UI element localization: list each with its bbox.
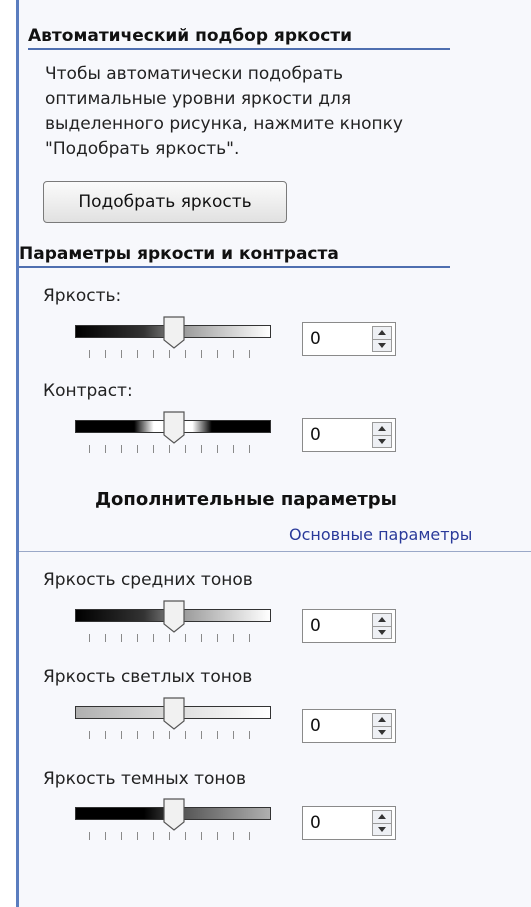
highlights-spin-buttons[interactable] <box>372 713 392 739</box>
contrast-value[interactable]: 0 <box>310 425 321 445</box>
spin-down-icon[interactable] <box>378 630 386 635</box>
brightness-slider[interactable] <box>75 316 271 360</box>
brightness-slider-thumb[interactable] <box>163 316 185 349</box>
spin-down-icon[interactable] <box>378 730 386 735</box>
contrast-slider[interactable] <box>75 411 271 455</box>
midtones-spin-buttons[interactable] <box>372 613 392 639</box>
highlights-slider[interactable] <box>75 697 271 741</box>
contrast-spin-buttons[interactable] <box>372 422 392 448</box>
shadows-slider-ticks <box>89 832 263 840</box>
spin-up-icon[interactable] <box>378 426 386 431</box>
advanced-parameters-title: Дополнительные параметры <box>95 489 397 510</box>
brightness-spin-buttons[interactable] <box>372 326 392 352</box>
spin-down-icon[interactable] <box>378 439 386 444</box>
spin-divider <box>373 435 391 436</box>
spin-down-icon[interactable] <box>378 827 386 832</box>
shadows-value[interactable]: 0 <box>310 813 321 833</box>
shadows-slider[interactable] <box>75 798 271 842</box>
auto-fit-brightness-button[interactable]: Подобрать яркость <box>43 181 287 223</box>
midtones-slider-ticks <box>89 634 263 642</box>
basic-parameters-link[interactable]: Основные параметры <box>289 525 472 544</box>
midtones-value[interactable]: 0 <box>310 616 321 636</box>
contrast-slider-thumb[interactable] <box>163 411 185 444</box>
auto-brightness-description: Чтобы автоматически подобрать оптимальны… <box>45 64 403 159</box>
brightness-value[interactable]: 0 <box>310 329 321 349</box>
highlights-label: Яркость светлых тонов <box>43 667 253 687</box>
midtones-slider-thumb[interactable] <box>163 600 185 633</box>
spin-divider <box>373 726 391 727</box>
brightness-spinner[interactable]: 0 <box>302 322 396 356</box>
auto-brightness-header: Автоматический подбор яркости <box>28 26 450 50</box>
spin-down-icon[interactable] <box>378 343 386 348</box>
highlights-value[interactable]: 0 <box>310 716 321 736</box>
midtones-label: Яркость средних тонов <box>43 570 253 590</box>
brightness-label: Яркость: <box>43 286 122 306</box>
shadows-spin-buttons[interactable] <box>372 810 392 836</box>
spin-up-icon[interactable] <box>378 717 386 722</box>
section-divider <box>19 551 531 552</box>
midtones-slider[interactable] <box>75 600 271 644</box>
spin-up-icon[interactable] <box>378 617 386 622</box>
shadows-slider-thumb[interactable] <box>163 798 185 831</box>
highlights-spinner[interactable]: 0 <box>302 709 396 743</box>
contrast-spinner[interactable]: 0 <box>302 418 396 452</box>
midtones-spinner[interactable]: 0 <box>302 609 396 643</box>
brightness-contrast-header: Параметры яркости и контраста <box>19 244 450 268</box>
contrast-label: Контраст: <box>43 381 133 401</box>
shadows-spinner[interactable]: 0 <box>302 806 396 840</box>
spin-divider <box>373 823 391 824</box>
highlights-slider-thumb[interactable] <box>163 697 185 730</box>
left-frame-border <box>0 0 19 907</box>
spin-up-icon[interactable] <box>378 330 386 335</box>
brightness-slider-ticks <box>89 350 263 358</box>
spin-divider <box>373 339 391 340</box>
shadows-label: Яркость темных тонов <box>43 769 246 789</box>
spin-up-icon[interactable] <box>378 814 386 819</box>
contrast-slider-ticks <box>89 445 263 453</box>
spin-divider <box>373 626 391 627</box>
highlights-slider-ticks <box>89 731 263 739</box>
